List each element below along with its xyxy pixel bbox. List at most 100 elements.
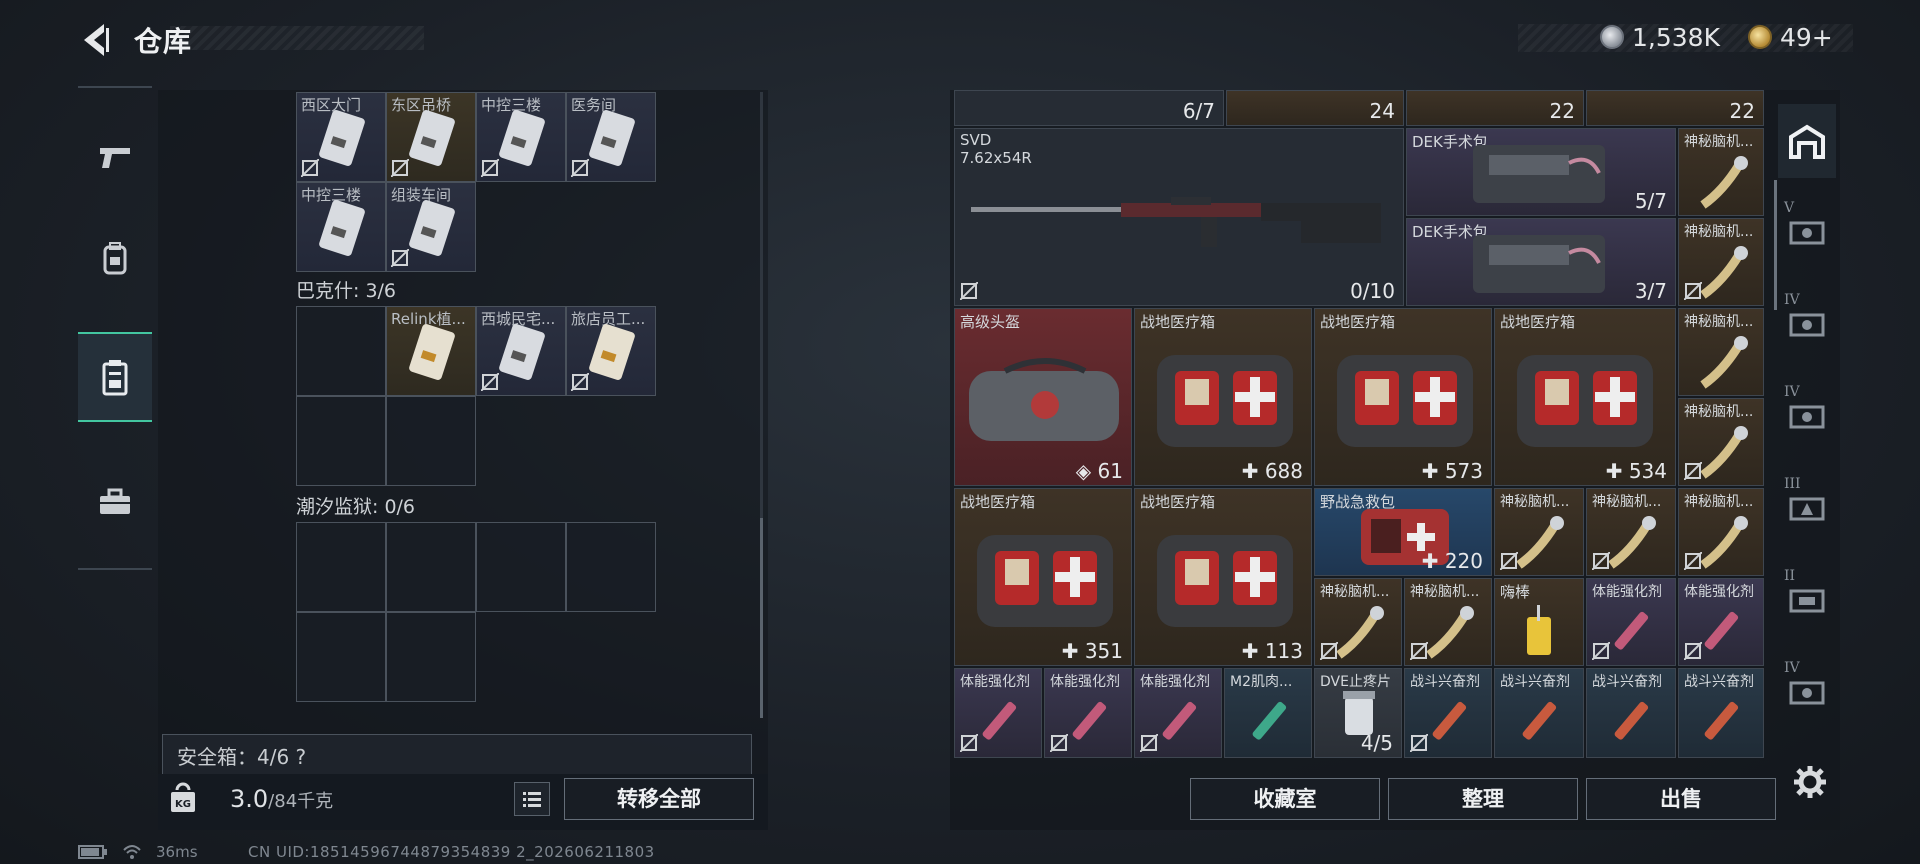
bound-icon — [481, 159, 499, 177]
item-cell[interactable]: 6/7 — [954, 90, 1224, 126]
brain-chip-icon — [1700, 246, 1748, 299]
keycard-slot[interactable]: 旅店员工... — [566, 306, 656, 396]
brain-chip-cell[interactable]: 神秘脑机... — [1494, 488, 1584, 576]
storage-box-icon — [1789, 313, 1825, 337]
medkit-cell[interactable]: 战地医疗箱 ✚ 688 — [1134, 308, 1312, 486]
svd-rifle-cell[interactable]: SVD 7.62x54R 0/10 — [954, 128, 1404, 306]
keycard-slot[interactable]: 中控三楼 — [476, 92, 566, 182]
item-cell[interactable]: 24 — [1226, 90, 1404, 126]
storage-tab-main[interactable] — [1778, 104, 1836, 178]
organize-button[interactable]: 整理 — [1388, 778, 1578, 820]
storage-tab[interactable]: IV — [1778, 286, 1836, 360]
right-scrollbar-thumb[interactable] — [1774, 180, 1777, 310]
empty-slot[interactable] — [566, 522, 656, 612]
brain-chip-cell[interactable]: 神秘脑机... — [1678, 398, 1764, 486]
surgery-kit-cell[interactable]: DEK手术包 5/7 — [1406, 128, 1676, 216]
item-cell[interactable]: 22 — [1406, 90, 1584, 126]
bound-icon — [1592, 642, 1610, 660]
status-bar: 36ms — [78, 843, 198, 861]
helmet-cell[interactable]: 高级头盔 ◈ 61 — [954, 308, 1132, 486]
m2-muscle-cell[interactable]: M2肌肉... — [1224, 668, 1312, 758]
combat-stim-cell[interactable]: 战斗兴奋剂 — [1678, 668, 1764, 758]
currency-bar: 1,538K 49+ — [1600, 22, 1920, 52]
bound-icon — [301, 159, 319, 177]
keycard-slot[interactable]: 中控三楼 — [296, 182, 386, 272]
heal-count: ✚ 220 — [1421, 549, 1483, 573]
bound-icon — [481, 373, 499, 391]
bound-icon — [1684, 282, 1702, 300]
stamina-boost-cell[interactable]: 体能强化剂 — [954, 668, 1042, 758]
bound-icon — [960, 734, 978, 752]
combat-stim-cell[interactable]: 战斗兴奋剂 — [1494, 668, 1584, 758]
stamina-boost-cell[interactable]: 体能强化剂 — [1678, 578, 1764, 666]
container-tab[interactable] — [78, 332, 152, 422]
sell-button[interactable]: 出售 — [1586, 778, 1776, 820]
stamina-boost-cell[interactable]: 体能强化剂 — [1134, 668, 1222, 758]
brain-chip-cell[interactable]: 神秘脑机... — [1678, 488, 1764, 576]
keycard-slot[interactable]: 西区大门 — [296, 92, 386, 182]
keycard-slot[interactable]: 东区吊桥 — [386, 92, 476, 182]
brain-chip-cell[interactable]: 神秘脑机... — [1678, 308, 1764, 396]
storage-tab[interactable]: III — [1778, 470, 1836, 544]
keycard-icon — [409, 324, 455, 380]
item-cell[interactable]: 22 — [1586, 90, 1764, 126]
first-aid-kit-icon — [1517, 355, 1653, 447]
brain-chip-icon — [1700, 426, 1748, 479]
high-stick-cell[interactable]: 嗨棒 — [1494, 578, 1584, 666]
first-aid-kit-icon — [1157, 355, 1293, 447]
empty-slot[interactable] — [296, 522, 386, 612]
medkit-cell[interactable]: 战地医疗箱 ✚ 351 — [954, 488, 1132, 666]
keycard-slot[interactable]: 组装车间 — [386, 182, 476, 272]
transfer-all-button[interactable]: 转移全部 — [564, 778, 754, 820]
stamina-boost-cell[interactable]: 体能强化剂 — [1586, 578, 1676, 666]
medkit-cell[interactable]: 战地医疗箱 ✚ 113 — [1134, 488, 1312, 666]
left-scrollbar-thumb[interactable] — [760, 518, 763, 718]
empty-slot[interactable] — [296, 612, 386, 702]
brain-chip-cell[interactable]: 神秘脑机... — [1678, 218, 1764, 306]
svg-text:KG: KG — [175, 799, 191, 810]
surgery-kit-cell[interactable]: DEK手术包 3/7 — [1406, 218, 1676, 306]
keycard-slot[interactable]: 医务间 — [566, 92, 656, 182]
brain-chip-cell[interactable]: 神秘脑机... — [1314, 578, 1402, 666]
heal-count: ✚ 351 — [1061, 639, 1123, 663]
field-aid-cell[interactable]: 野战急救包 ✚ 220 — [1314, 488, 1492, 576]
keycard-slot[interactable]: 西城民宅... — [476, 306, 566, 396]
empty-slot[interactable] — [386, 522, 476, 612]
storage-tab[interactable]: IV — [1778, 654, 1836, 728]
medkit-cell[interactable]: 战地医疗箱 ✚ 534 — [1494, 308, 1676, 486]
gear-icon[interactable] — [1792, 764, 1828, 800]
combat-stim-cell[interactable]: 战斗兴奋剂 — [1404, 668, 1492, 758]
brain-chip-cell[interactable]: 神秘脑机... — [1678, 128, 1764, 216]
brain-chip-icon — [1516, 516, 1564, 569]
combat-stim-cell[interactable]: 战斗兴奋剂 — [1586, 668, 1676, 758]
syringe-icon — [982, 701, 1017, 740]
storage-tab[interactable]: IV — [1778, 378, 1836, 452]
list-view-button[interactable] — [514, 782, 550, 816]
brain-chip-icon — [1700, 516, 1748, 569]
empty-slot[interactable] — [296, 306, 386, 396]
brain-chip-cell[interactable]: 神秘脑机... — [1404, 578, 1492, 666]
empty-slot[interactable] — [476, 522, 566, 612]
chaoxi-section-label: 潮汐监狱: 0/6 — [296, 496, 416, 518]
toolbox-icon — [100, 488, 130, 514]
keycard-grid-top: 西区大门 东区吊桥 中控三楼 医务间 中控三楼 组装车间 — [296, 92, 656, 272]
keycard-slot[interactable]: Relink植... — [386, 306, 476, 396]
empty-slot[interactable] — [386, 396, 476, 486]
painkiller-cell[interactable]: DVE止疼片 4/5 — [1314, 668, 1402, 758]
medkit-cell[interactable]: 战地医疗箱 ✚ 573 — [1314, 308, 1492, 486]
brain-chip-cell[interactable]: 神秘脑机... — [1586, 488, 1676, 576]
bound-icon — [960, 282, 978, 300]
collection-room-button[interactable]: 收藏室 — [1190, 778, 1380, 820]
backpack-tab[interactable] — [78, 218, 152, 298]
empty-slot[interactable] — [386, 612, 476, 702]
storage-tab[interactable]: V — [1778, 194, 1836, 268]
stamina-boost-cell[interactable]: 体能强化剂 — [1044, 668, 1132, 758]
toolbox-tab[interactable] — [78, 462, 152, 542]
silver-coin-icon — [1600, 25, 1624, 49]
empty-slot[interactable] — [296, 396, 386, 486]
storage-tab[interactable]: II — [1778, 562, 1836, 636]
weapons-tab[interactable] — [78, 118, 152, 198]
back-arrow-icon[interactable] — [78, 20, 112, 60]
safebox-bar[interactable]: 安全箱：4/6 ? — [162, 734, 752, 776]
brain-chip-icon — [1700, 336, 1748, 389]
